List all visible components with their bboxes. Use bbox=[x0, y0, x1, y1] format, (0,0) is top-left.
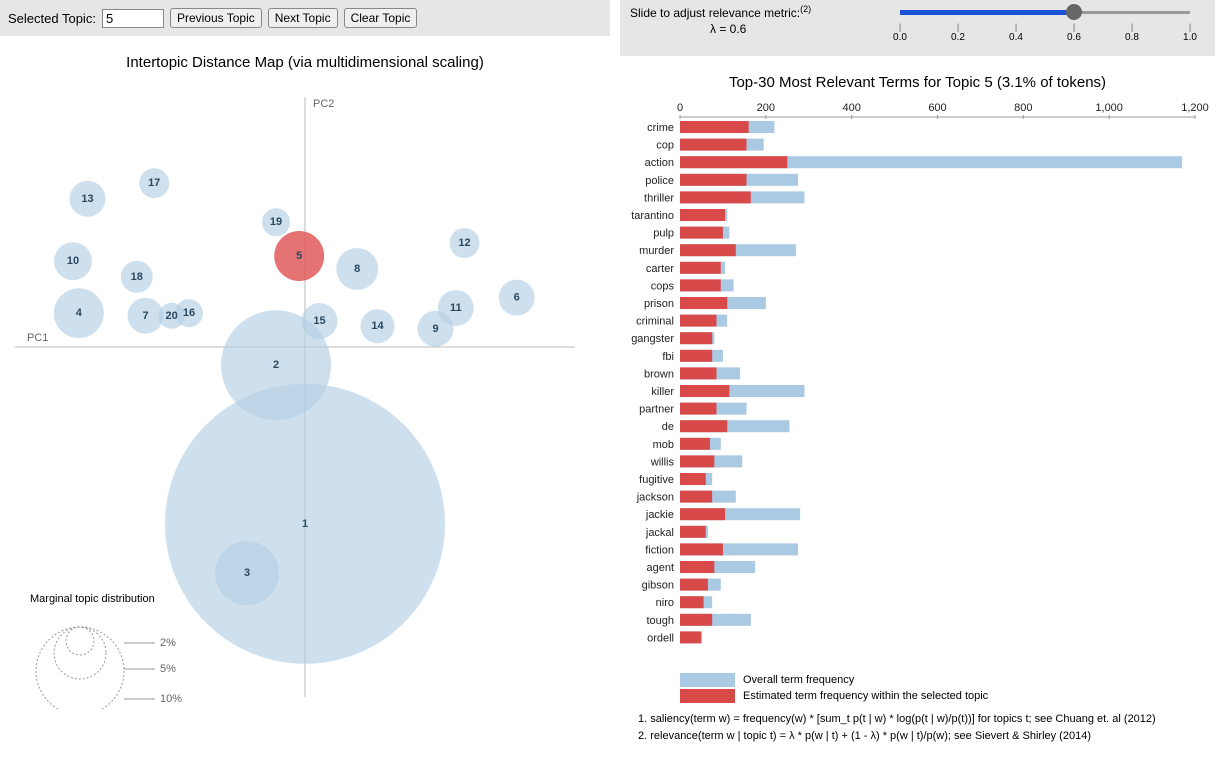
clear-topic-button[interactable]: Clear Topic bbox=[344, 8, 418, 28]
svg-text:tough: tough bbox=[646, 615, 674, 627]
svg-text:800: 800 bbox=[1014, 102, 1032, 114]
relevance-slider-label: Slide to adjust relevance metric:(2) bbox=[630, 4, 811, 20]
footnotes: 1. saliency(term w) = frequency(w) * [su… bbox=[638, 711, 1215, 744]
svg-text:20: 20 bbox=[165, 310, 177, 322]
svg-text:10%: 10% bbox=[160, 693, 182, 705]
svg-text:partner: partner bbox=[639, 404, 674, 416]
topic-toolbar: Selected Topic: Previous Topic Next Topi… bbox=[0, 0, 610, 36]
svg-text:400: 400 bbox=[842, 102, 860, 114]
svg-text:1,200: 1,200 bbox=[1181, 102, 1209, 114]
svg-text:fbi: fbi bbox=[662, 351, 674, 363]
selected-topic-label: Selected Topic: bbox=[8, 11, 96, 26]
svg-text:5%: 5% bbox=[160, 663, 176, 675]
term-frequency-bar-chart[interactable]: 0 200 400 600 800 1,000 1,200 crime cop action pol… bbox=[620, 97, 1215, 667]
next-topic-button[interactable]: Next Topic bbox=[268, 8, 338, 28]
svg-text:0: 0 bbox=[677, 102, 683, 114]
svg-text:14: 14 bbox=[371, 320, 384, 332]
svg-text:18: 18 bbox=[131, 271, 143, 283]
svg-text:fiction: fiction bbox=[645, 544, 674, 556]
svg-text:4: 4 bbox=[76, 307, 83, 319]
svg-text:fugitive: fugitive bbox=[639, 474, 674, 486]
lambda-value: λ = 0.6 bbox=[710, 22, 746, 36]
svg-text:mob: mob bbox=[653, 439, 674, 451]
svg-text:16: 16 bbox=[183, 307, 195, 319]
svg-text:7: 7 bbox=[142, 310, 148, 322]
svg-text:ordell: ordell bbox=[647, 632, 674, 644]
svg-text:2%: 2% bbox=[160, 637, 176, 649]
svg-text:willis: willis bbox=[650, 456, 675, 468]
legend-overall: Overall term frequency bbox=[680, 673, 1215, 687]
svg-text:niro: niro bbox=[656, 597, 674, 609]
svg-text:2: 2 bbox=[273, 359, 279, 371]
svg-text:carter: carter bbox=[646, 263, 674, 275]
svg-text:agent: agent bbox=[646, 562, 674, 574]
svg-text:PC1: PC1 bbox=[27, 332, 48, 344]
svg-text:12: 12 bbox=[458, 237, 470, 249]
svg-text:19: 19 bbox=[270, 216, 282, 228]
svg-text:crime: crime bbox=[647, 122, 674, 134]
svg-text:8: 8 bbox=[354, 263, 360, 275]
relevance-slider[interactable]: 0.00.20.40.60.81.0 bbox=[900, 4, 1190, 46]
svg-text:1,000: 1,000 bbox=[1095, 102, 1123, 114]
legend-topic: Estimated term frequency within the sele… bbox=[680, 689, 1215, 703]
svg-text:11: 11 bbox=[450, 302, 462, 314]
bar-chart-title: Top-30 Most Relevant Terms for Topic 5 (… bbox=[620, 74, 1215, 91]
footnote-2: 2. relevance(term w | topic t) = λ * p(w… bbox=[638, 728, 1215, 745]
svg-text:criminal: criminal bbox=[636, 316, 674, 328]
svg-text:9: 9 bbox=[432, 323, 438, 335]
svg-text:PC2: PC2 bbox=[313, 98, 334, 110]
svg-text:15: 15 bbox=[313, 315, 325, 327]
intertopic-map-title: Intertopic Distance Map (via multidimens… bbox=[0, 54, 610, 71]
svg-text:17: 17 bbox=[148, 177, 160, 189]
svg-text:jackie: jackie bbox=[645, 509, 674, 521]
svg-text:brown: brown bbox=[644, 368, 674, 380]
marginal-distribution-legend: Marginal topic distribution 2% 5% 10% bbox=[30, 593, 200, 709]
footnote-1: 1. saliency(term w) = frequency(w) * [su… bbox=[638, 711, 1215, 728]
svg-text:prison: prison bbox=[644, 298, 674, 310]
svg-text:cops: cops bbox=[651, 280, 675, 292]
svg-text:gangster: gangster bbox=[631, 333, 674, 345]
svg-text:gibson: gibson bbox=[642, 580, 674, 592]
svg-text:6: 6 bbox=[514, 292, 520, 304]
svg-text:5: 5 bbox=[296, 250, 302, 262]
svg-text:thriller: thriller bbox=[644, 192, 674, 204]
previous-topic-button[interactable]: Previous Topic bbox=[170, 8, 262, 28]
svg-text:police: police bbox=[645, 175, 674, 187]
svg-text:600: 600 bbox=[928, 102, 946, 114]
svg-text:de: de bbox=[662, 421, 674, 433]
relevance-toolbar: Slide to adjust relevance metric:(2) λ =… bbox=[620, 0, 1215, 56]
marginal-distribution-circles: 2% 5% 10% bbox=[30, 609, 200, 709]
svg-text:tarantino: tarantino bbox=[631, 210, 674, 222]
marginal-distribution-label: Marginal topic distribution bbox=[30, 593, 200, 605]
svg-text:1: 1 bbox=[302, 518, 308, 530]
svg-text:action: action bbox=[645, 157, 674, 169]
svg-text:killer: killer bbox=[651, 386, 674, 398]
svg-text:13: 13 bbox=[81, 193, 93, 205]
svg-text:murder: murder bbox=[639, 245, 674, 257]
svg-text:3: 3 bbox=[244, 567, 250, 579]
svg-text:pulp: pulp bbox=[653, 228, 674, 240]
svg-text:jackson: jackson bbox=[636, 492, 674, 504]
svg-text:10: 10 bbox=[67, 255, 79, 267]
svg-text:cop: cop bbox=[656, 140, 674, 152]
svg-text:200: 200 bbox=[757, 102, 775, 114]
svg-text:jackal: jackal bbox=[645, 527, 674, 539]
selected-topic-input[interactable] bbox=[102, 9, 164, 28]
